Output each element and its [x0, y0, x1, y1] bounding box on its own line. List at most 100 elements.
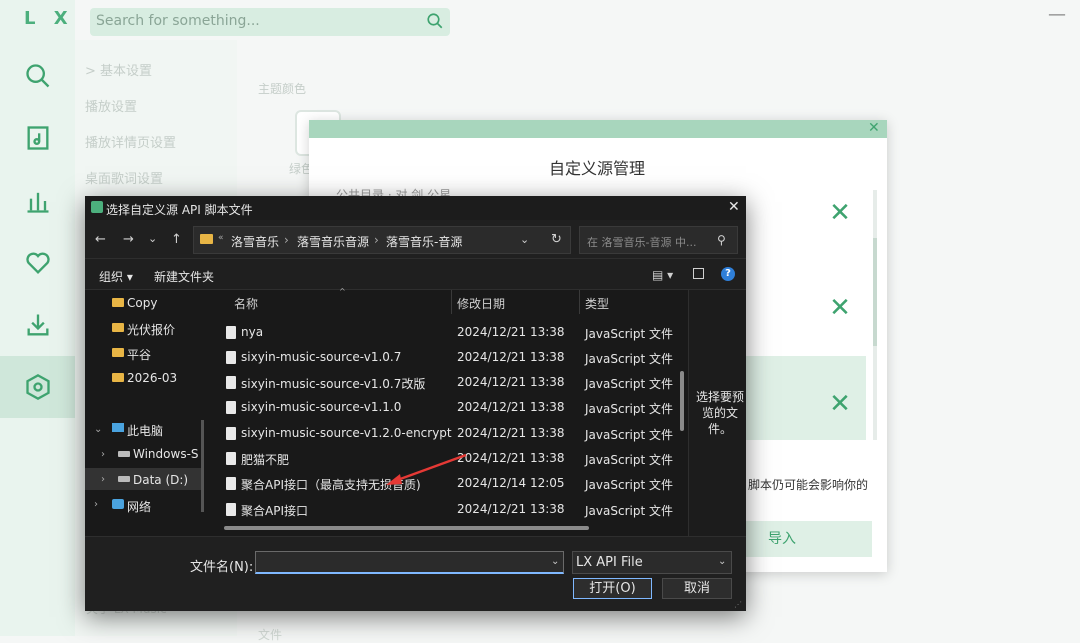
file-name[interactable]: 聚合API接口 — [241, 502, 308, 519]
settings-nav-item[interactable]: 桌面歌词设置 — [85, 168, 163, 187]
file-type[interactable]: JavaScript 文件 — [585, 476, 673, 493]
drive-icon — [118, 451, 130, 457]
file-date[interactable]: 2024/12/21 13:38 — [457, 400, 565, 414]
column-header-name[interactable]: 名称 — [234, 295, 258, 312]
preview-pane-icon[interactable] — [693, 268, 704, 279]
recent-locations-button[interactable]: ⌄ — [148, 232, 157, 245]
resize-grip-icon[interactable]: ⋰ — [734, 600, 742, 609]
file-type[interactable]: JavaScript 文件 — [585, 350, 673, 367]
chevron-down-icon[interactable]: ⌄ — [520, 233, 529, 246]
modal-note: 脚本仍可能会影响你的 — [748, 478, 869, 492]
file-type[interactable]: JavaScript 文件 — [585, 325, 673, 342]
chevron-down-icon[interactable]: ⌄ — [551, 556, 559, 567]
tree-item[interactable]: 平谷 — [127, 346, 151, 363]
settings-icon[interactable] — [22, 371, 54, 403]
file-date[interactable]: 2024/12/21 13:38 — [457, 426, 565, 440]
settings-nav-item[interactable]: > 基本设置 — [85, 60, 152, 79]
tree-item[interactable]: Windows-S — [133, 447, 199, 461]
file-type[interactable]: JavaScript 文件 — [585, 400, 673, 417]
breadcrumb-separator: › — [374, 233, 379, 247]
js-file-icon — [226, 351, 236, 364]
navigation-scrollbar[interactable] — [201, 420, 204, 512]
breadcrumb-item[interactable]: 落雪音乐音源 — [297, 233, 369, 250]
file-type[interactable]: JavaScript 文件 — [585, 426, 673, 443]
file-date[interactable]: 2024/12/21 13:38 — [457, 502, 565, 516]
forward-button[interactable]: → — [123, 232, 134, 247]
cancel-button[interactable]: 取消 — [662, 578, 732, 599]
up-button[interactable]: ↑ — [171, 232, 182, 247]
file-name[interactable]: sixyin-music-source-v1.0.7改版 — [241, 375, 425, 392]
folder-icon — [112, 348, 124, 357]
network-icon — [112, 499, 124, 509]
chevron-right-icon[interactable]: › — [101, 474, 105, 485]
music-library-icon[interactable] — [22, 122, 54, 154]
search-icon[interactable] — [426, 12, 444, 30]
horizontal-scrollbar[interactable] — [224, 526, 589, 530]
import-button[interactable]: 导入 — [746, 521, 872, 557]
remove-source-button[interactable]: ✕ — [826, 294, 854, 322]
tree-item[interactable]: 此电脑 — [127, 422, 163, 439]
file-type[interactable]: JavaScript 文件 — [585, 375, 673, 392]
breadcrumb-item[interactable]: 洛雪音乐 — [231, 233, 279, 250]
annotation-arrow-icon — [386, 453, 467, 485]
search-icon[interactable] — [22, 60, 54, 92]
file-name[interactable]: nya — [241, 325, 263, 339]
search-icon[interactable]: ⚲ — [717, 233, 726, 247]
remove-source-button[interactable]: ✕ — [826, 390, 854, 418]
chart-icon[interactable] — [22, 185, 54, 217]
help-icon[interactable]: ? — [721, 267, 735, 281]
vertical-scrollbar[interactable] — [680, 371, 684, 431]
js-file-icon — [226, 376, 236, 389]
file-type[interactable]: JavaScript 文件 — [585, 502, 673, 519]
js-file-icon — [226, 326, 236, 339]
tree-item[interactable]: 网络 — [127, 498, 151, 515]
file-name[interactable]: 肥猫不肥 — [241, 451, 289, 468]
modal-title: 自定义源管理 — [549, 159, 646, 178]
filetype-value: LX API File — [576, 555, 643, 570]
breadcrumb-item[interactable]: 落雪音乐-音源 — [386, 233, 462, 250]
file-name[interactable]: sixyin-music-source-v1.1.0 — [241, 400, 401, 414]
modal-scroll-thumb[interactable] — [873, 238, 877, 346]
remove-source-button[interactable]: ✕ — [826, 199, 854, 227]
chevron-down-icon[interactable]: ⌄ — [718, 556, 726, 567]
folder-icon — [112, 373, 124, 382]
open-button[interactable]: 打开(O) — [573, 578, 652, 599]
breadcrumb-overflow[interactable]: « — [218, 233, 224, 243]
refresh-icon[interactable]: ↻ — [551, 232, 562, 247]
column-separator[interactable] — [579, 290, 580, 314]
file-name[interactable]: sixyin-music-source-v1.2.0-encrypt — [241, 426, 452, 440]
file-date[interactable]: 2024/12/21 13:38 — [457, 451, 565, 465]
file-date[interactable]: 2024/12/21 13:38 — [457, 350, 565, 364]
chevron-right-icon[interactable]: › — [94, 499, 98, 510]
file-date[interactable]: 2024/12/14 12:05 — [457, 476, 565, 490]
filename-input[interactable] — [255, 551, 564, 574]
close-icon[interactable]: ✕ — [868, 120, 880, 136]
dialog-title: 选择自定义源 API 脚本文件 — [106, 203, 253, 217]
chevron-down-icon[interactable]: ⌄ — [94, 424, 102, 435]
file-date[interactable]: 2024/12/21 13:38 — [457, 325, 565, 339]
column-separator[interactable] — [451, 290, 452, 314]
file-name[interactable]: sixyin-music-source-v1.0.7 — [241, 350, 401, 364]
minimize-button[interactable]: — — [1048, 4, 1066, 25]
organize-button[interactable]: 组织 ▾ — [99, 268, 133, 285]
chevron-right-icon[interactable]: › — [101, 449, 105, 460]
tree-item[interactable]: 2026-03 — [127, 371, 177, 385]
tree-item[interactable]: Copy — [127, 296, 157, 310]
column-header-date[interactable]: 修改日期 — [457, 295, 505, 312]
settings-nav-item[interactable]: 播放设置 — [85, 96, 137, 115]
download-icon[interactable] — [22, 309, 54, 341]
file-date[interactable]: 2024/12/21 13:38 — [457, 375, 565, 389]
tree-item[interactable]: 光伏报价 — [127, 321, 175, 338]
settings-nav-item[interactable]: 播放详情页设置 — [85, 132, 176, 151]
back-button[interactable]: ← — [95, 232, 106, 247]
js-file-icon — [226, 477, 236, 490]
dialog-close-button[interactable]: ✕ — [728, 199, 740, 215]
modal-header-bar — [309, 120, 887, 138]
heart-icon[interactable] — [22, 247, 54, 279]
new-folder-button[interactable]: 新建文件夹 — [154, 268, 214, 285]
tree-item[interactable]: Data (D:) — [133, 473, 188, 487]
file-type[interactable]: JavaScript 文件 — [585, 451, 673, 468]
column-header-type[interactable]: 类型 — [585, 295, 609, 312]
js-file-icon — [226, 452, 236, 465]
view-options-icon[interactable]: ▤ ▾ — [652, 268, 673, 282]
